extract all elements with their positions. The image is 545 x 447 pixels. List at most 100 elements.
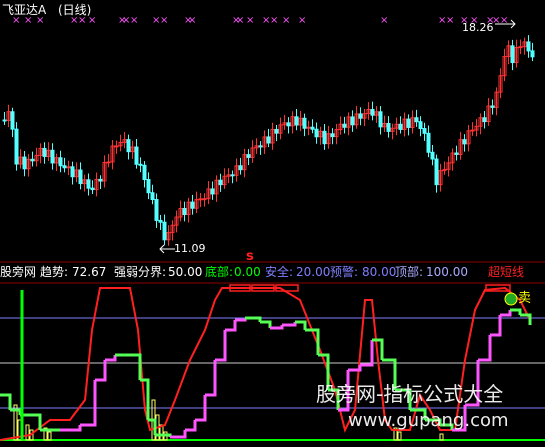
candle-body bbox=[266, 136, 271, 144]
candle-body bbox=[134, 146, 139, 165]
candle-body bbox=[70, 166, 75, 178]
safe-label: 安全: bbox=[265, 265, 294, 279]
candle-body bbox=[126, 139, 131, 153]
strength-segment bbox=[215, 330, 227, 362]
candle-body bbox=[198, 198, 203, 201]
candle-body bbox=[358, 113, 363, 119]
strength-segment bbox=[60, 425, 82, 432]
candle-body bbox=[414, 117, 419, 123]
candle-body bbox=[238, 165, 243, 171]
candle-body bbox=[386, 122, 391, 132]
candle-body bbox=[310, 126, 315, 130]
candle-body bbox=[434, 158, 439, 186]
strength-segment bbox=[105, 355, 117, 362]
safe-value: 20.00 bbox=[296, 265, 331, 279]
candle-body bbox=[490, 105, 495, 108]
x-marker-icon: × bbox=[282, 15, 290, 26]
candle-body bbox=[286, 122, 291, 127]
candle-body bbox=[98, 178, 103, 182]
candle-body bbox=[342, 123, 347, 128]
strength-segment bbox=[270, 325, 284, 330]
candle-body bbox=[2, 119, 7, 122]
x-marker-icon: × bbox=[130, 15, 138, 26]
candle-body bbox=[218, 179, 223, 186]
candle-body bbox=[526, 41, 531, 52]
candle-body bbox=[370, 109, 375, 116]
strength-segment bbox=[170, 430, 187, 439]
bottom-label: 底部: bbox=[205, 265, 234, 279]
histogram-bar bbox=[397, 431, 402, 441]
candle-body bbox=[418, 121, 423, 130]
divide-value: 50.00 bbox=[168, 265, 203, 279]
x-marker-icon: × bbox=[246, 15, 254, 26]
candle-body bbox=[22, 156, 27, 170]
period-label: (日线) bbox=[58, 3, 92, 17]
candle-body bbox=[158, 219, 163, 223]
chart-canvas: × × × × × × ×× × × × ×× ×× × × × × × × × × × × ×× × bbox=[0, 15, 545, 441]
warn-value: 80.00 bbox=[362, 265, 397, 279]
candlestick-series bbox=[2, 35, 535, 246]
top-value: 100.00 bbox=[426, 265, 468, 279]
strength-segment bbox=[282, 322, 297, 327]
candle-body bbox=[62, 165, 67, 169]
strength-segment bbox=[520, 313, 532, 325]
candle-body bbox=[78, 169, 83, 185]
histogram-bar bbox=[47, 431, 52, 441]
strength-segment bbox=[10, 408, 22, 415]
x-marker-icon: × bbox=[160, 15, 168, 26]
candle-body bbox=[190, 201, 195, 209]
candle-body bbox=[530, 50, 535, 58]
candle-body bbox=[454, 152, 459, 155]
divide-label: 强弱分界: bbox=[114, 265, 167, 279]
candle-body bbox=[30, 158, 35, 162]
candle-body bbox=[302, 117, 307, 129]
candle-body bbox=[150, 192, 155, 200]
candle-body bbox=[114, 145, 119, 148]
sell-label: 卖 bbox=[518, 291, 532, 306]
x-marker-icon: × bbox=[380, 15, 388, 26]
strength-segment bbox=[225, 320, 237, 332]
stock-name: 飞亚达A bbox=[2, 3, 47, 17]
candle-body bbox=[210, 188, 215, 195]
s-marker: s bbox=[246, 249, 254, 264]
candle-body bbox=[378, 111, 383, 128]
candle-body bbox=[330, 133, 335, 138]
overshort-label: 超短线 bbox=[488, 265, 525, 279]
strength-segment bbox=[245, 316, 262, 322]
watermark-url: www.gupang.com bbox=[348, 410, 509, 431]
candle-body bbox=[294, 116, 299, 126]
top-label: 顶部: bbox=[395, 265, 424, 279]
candle-body bbox=[462, 139, 467, 145]
warn-label: 预警: bbox=[330, 265, 359, 279]
site-name: 股旁网 bbox=[0, 265, 37, 279]
candle-body bbox=[14, 128, 19, 165]
strength-segment bbox=[260, 320, 272, 328]
candle-body bbox=[274, 128, 279, 134]
x-marker-icon: × bbox=[270, 15, 278, 26]
x-marker-icon: × bbox=[236, 15, 244, 26]
candle-body bbox=[246, 154, 251, 158]
candle-body bbox=[90, 187, 95, 191]
candle-body bbox=[142, 164, 147, 181]
candle-body bbox=[322, 130, 327, 145]
candle-body bbox=[482, 117, 487, 123]
candle-body bbox=[182, 207, 187, 216]
high-price-label: 18.26 bbox=[462, 21, 494, 34]
candle-body bbox=[398, 123, 403, 130]
candle-body bbox=[430, 151, 435, 160]
candle-body bbox=[162, 221, 167, 241]
candle-body bbox=[510, 45, 515, 64]
candle-body bbox=[350, 116, 355, 126]
candle-body bbox=[86, 179, 91, 189]
candle-body bbox=[138, 163, 143, 166]
candle-body bbox=[202, 198, 207, 201]
strength-segment bbox=[130, 353, 142, 380]
strength-segment bbox=[478, 335, 492, 362]
x-marker-icon: × bbox=[298, 15, 306, 26]
candle-body bbox=[426, 132, 431, 153]
candle-body bbox=[58, 157, 63, 167]
trend-label: 趋势: bbox=[40, 265, 69, 279]
candle-body bbox=[518, 46, 523, 49]
candle-body bbox=[146, 179, 151, 194]
candle-body bbox=[406, 118, 411, 128]
